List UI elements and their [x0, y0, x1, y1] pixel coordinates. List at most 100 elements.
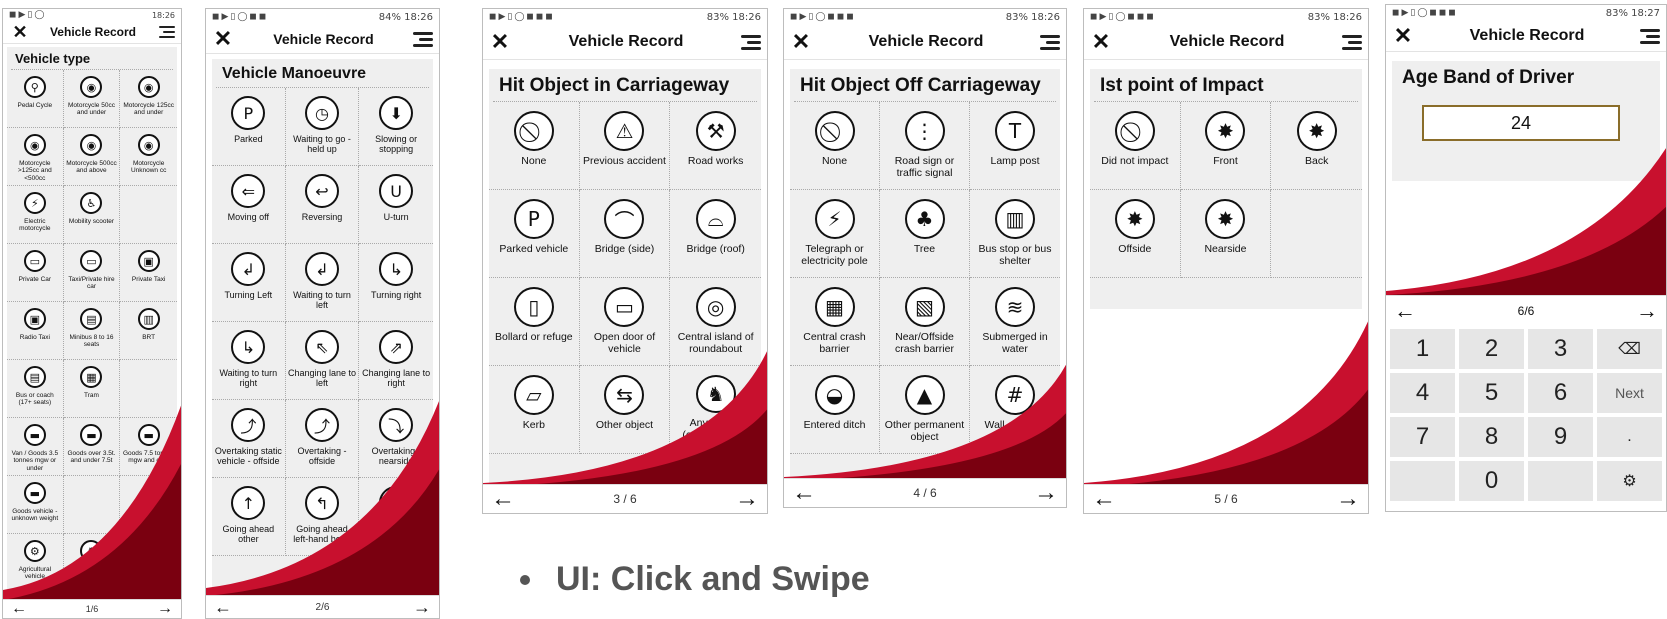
- option-cell[interactable]: ▥ BRT: [120, 302, 177, 360]
- keypad-key[interactable]: 9: [1528, 417, 1593, 457]
- option-cell[interactable]: ⚠ Previous accident: [579, 102, 671, 190]
- menu-icon[interactable]: [741, 34, 761, 50]
- option-cell[interactable]: P Parked: [212, 88, 286, 166]
- option-cell[interactable]: ▬ Van / Goods 3.5 tonnes mgw or under: [7, 418, 64, 476]
- option-cell[interactable]: ⃠ None: [790, 102, 880, 190]
- age-input[interactable]: 24: [1422, 105, 1620, 141]
- option-cell[interactable]: ▭ Private Car: [7, 244, 64, 302]
- option-cell[interactable]: ⤵ Overtaking - nearside: [359, 400, 433, 478]
- previous-arrow-icon[interactable]: ←: [1394, 298, 1416, 324]
- option-cell[interactable]: ◉ Motorcycle >125cc and <500cc: [7, 128, 64, 186]
- option-cell[interactable]: ▲ Other permanent object: [880, 366, 970, 454]
- next-arrow-icon[interactable]: →: [735, 487, 759, 511]
- menu-icon[interactable]: [1640, 28, 1660, 44]
- close-icon[interactable]: ✕: [489, 31, 511, 53]
- option-cell[interactable]: ▣ Radio Taxi: [7, 302, 64, 360]
- settings-key[interactable]: ⚙: [1597, 461, 1662, 501]
- option-cell[interactable]: ◷ Waiting to go - held up: [285, 88, 360, 166]
- menu-icon[interactable]: [1342, 34, 1362, 50]
- option-cell[interactable]: ⌓ Bridge (roof): [670, 190, 761, 278]
- option-cell[interactable]: ▦ Tram: [63, 360, 121, 418]
- option-cell[interactable]: ⚡ Telegraph or electricity pole: [790, 190, 880, 278]
- option-cell[interactable]: ▭ Taxi/Private hire car: [63, 244, 121, 302]
- backspace-key[interactable]: ⌫: [1597, 329, 1662, 369]
- option-cell[interactable]: ⇆ Other object: [579, 366, 671, 454]
- option-cell[interactable]: ◉ Motorcycle 500cc and above: [63, 128, 121, 186]
- keypad-key[interactable]: 7: [1390, 417, 1455, 457]
- option-cell[interactable]: T Lamp post: [970, 102, 1060, 190]
- option-cell[interactable]: ▯ Bollard or refuge: [489, 278, 580, 366]
- close-icon[interactable]: ✕: [1392, 25, 1414, 47]
- option-cell[interactable]: ↰ Going ahead left-hand bend: [285, 478, 360, 556]
- option-cell[interactable]: ▤ Bus or coach (17+ seats): [7, 360, 64, 418]
- menu-icon[interactable]: [155, 26, 175, 38]
- previous-arrow-icon[interactable]: ←: [491, 487, 515, 511]
- previous-arrow-icon[interactable]: ←: [214, 598, 232, 616]
- previous-arrow-icon[interactable]: ←: [792, 481, 816, 505]
- option-cell[interactable]: ⃠ Did not impact: [1090, 102, 1181, 190]
- option-cell[interactable]: ♞ Animal Drawn: [63, 534, 121, 592]
- option-cell[interactable]: ⤴ Overtaking - offside: [285, 400, 360, 478]
- option-cell[interactable]: ⌒ Bridge (side): [579, 190, 671, 278]
- next-arrow-icon[interactable]: →: [1636, 298, 1658, 324]
- option-cell[interactable]: ↲ Turning Left: [212, 244, 286, 322]
- option-cell[interactable]: ↑ Going ahead other: [212, 478, 286, 556]
- option-cell[interactable]: ⤴ Overtaking static vehicle - offside: [212, 400, 286, 478]
- keypad-key[interactable]: 4: [1390, 373, 1455, 413]
- option-cell[interactable]: ↲ Waiting to turn left: [285, 244, 360, 322]
- option-cell[interactable]: ✸ Front: [1180, 102, 1272, 190]
- option-cell[interactable]: ♣ Tree: [880, 190, 970, 278]
- option-cell[interactable]: ⃠ None: [489, 102, 580, 190]
- option-cell[interactable]: ◎ Central island of roundabout: [670, 278, 761, 366]
- close-icon[interactable]: ✕: [1090, 31, 1112, 53]
- option-cell[interactable]: ◒ Entered ditch: [790, 366, 880, 454]
- option-cell[interactable]: ▣ Private Taxi: [120, 244, 177, 302]
- option-cell[interactable]: ▭ Open door of vehicle: [579, 278, 671, 366]
- keypad-key[interactable]: 1: [1390, 329, 1455, 369]
- keypad-key[interactable]: 8: [1459, 417, 1524, 457]
- close-icon[interactable]: ✕: [790, 31, 812, 53]
- option-cell[interactable]: # Wall or fence: [970, 366, 1060, 454]
- option-cell[interactable]: ⚒ Road works: [670, 102, 761, 190]
- menu-icon[interactable]: [412, 31, 433, 47]
- option-cell[interactable]: ↱ Going ahead right-hand bend: [359, 478, 433, 556]
- option-cell[interactable]: ↳ Turning right: [359, 244, 433, 322]
- option-cell[interactable]: ▬ Goods 7.5 tonnes mgw and over: [120, 418, 177, 476]
- keypad-key[interactable]: 6: [1528, 373, 1593, 413]
- keypad-key[interactable]: .: [1597, 417, 1662, 457]
- keypad-key[interactable]: [1390, 461, 1455, 501]
- menu-icon[interactable]: [1040, 34, 1060, 50]
- next-key[interactable]: Next: [1597, 373, 1662, 413]
- option-cell[interactable]: ↩ Reversing: [285, 166, 360, 244]
- option-cell[interactable]: ↳ Waiting to turn right: [212, 322, 286, 400]
- next-arrow-icon[interactable]: →: [1336, 487, 1360, 511]
- option-cell[interactable]: ✸ Back: [1271, 102, 1362, 190]
- option-cell[interactable]: ✸ Offside: [1090, 190, 1181, 278]
- keypad-key[interactable]: 3: [1528, 329, 1593, 369]
- option-cell[interactable]: ⇗ Changing lane to right: [359, 322, 433, 400]
- option-cell[interactable]: ◉ Motorcycle 125cc and under: [120, 70, 177, 128]
- option-cell[interactable]: ◉ Motorcycle Unknown cc: [120, 128, 177, 186]
- option-cell[interactable]: ⇖ Changing lane to left: [285, 322, 360, 400]
- close-icon[interactable]: ✕: [9, 23, 31, 41]
- option-cell[interactable]: ▦ Central crash barrier: [790, 278, 880, 366]
- option-cell[interactable]: ◉ Motorcycle 50cc and under: [63, 70, 121, 128]
- next-arrow-icon[interactable]: →: [413, 598, 431, 616]
- option-cell[interactable]: ⇐ Moving off: [212, 166, 286, 244]
- option-cell[interactable]: U U-turn: [359, 166, 433, 244]
- option-cell[interactable]: ▭ Other vehicle: [120, 534, 177, 592]
- previous-arrow-icon[interactable]: ←: [1092, 487, 1116, 511]
- option-cell[interactable]: P Parked vehicle: [489, 190, 580, 278]
- next-arrow-icon[interactable]: →: [157, 601, 173, 617]
- option-cell[interactable]: ▬ Goods over 3.5t. and under 7.5t: [63, 418, 121, 476]
- option-cell[interactable]: ▬ Goods vehicle - unknown weight: [7, 476, 64, 534]
- option-cell[interactable]: ⋮ Road sign or traffic signal: [880, 102, 970, 190]
- previous-arrow-icon[interactable]: ←: [11, 601, 27, 617]
- keypad-key[interactable]: 5: [1459, 373, 1524, 413]
- option-cell[interactable]: ▱ Kerb: [489, 366, 580, 454]
- keypad-key[interactable]: 2: [1459, 329, 1524, 369]
- option-cell[interactable]: ♞ Any animal (except ridden horse): [670, 366, 761, 454]
- option-cell[interactable]: ⚡ Electric motorcycle: [7, 186, 64, 244]
- option-cell[interactable]: ⬇ Slowing or stopping: [359, 88, 433, 166]
- option-cell[interactable]: ▥ Bus stop or bus shelter: [970, 190, 1060, 278]
